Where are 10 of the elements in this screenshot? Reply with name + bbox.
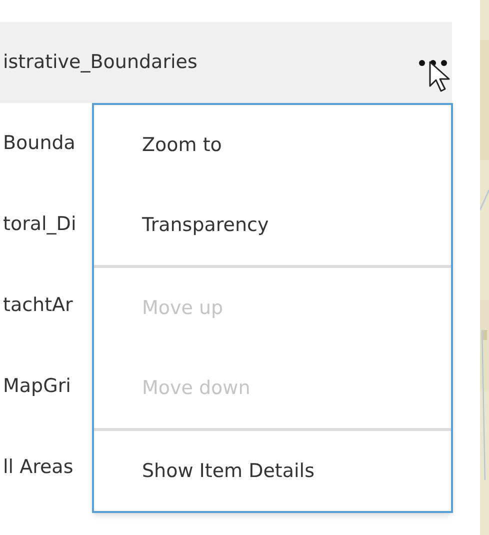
layer-name[interactable]: toral_Di (0, 210, 76, 239)
menu-item[interactable]: Show Item Details (142, 456, 314, 486)
menu-item[interactable]: Transparency (142, 210, 269, 240)
layer-name[interactable]: MapGri (0, 372, 71, 401)
layer-name: istrative_Boundaries (2, 50, 198, 76)
layer-name[interactable]: ll Areas (0, 453, 74, 482)
layer-row[interactable]: istrative_Boundaries (0, 22, 452, 103)
menu-item[interactable]: Zoom to (142, 130, 222, 160)
layer-name[interactable]: Bounda (0, 129, 76, 158)
layer-name[interactable]: tachtAr (0, 291, 73, 320)
